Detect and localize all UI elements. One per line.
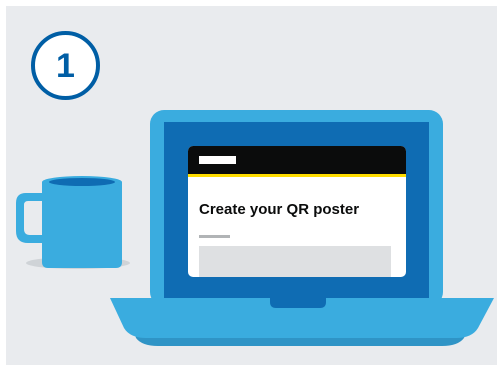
text-placeholder-line (199, 235, 230, 238)
input-placeholder-box (199, 246, 391, 277)
mug-icon (16, 176, 130, 269)
illustration-panel: 1 Create your QR poster (6, 6, 497, 365)
screen-content-card: Create your QR poster (188, 146, 406, 277)
page-header (188, 146, 406, 174)
step-number-badge: 1 (31, 31, 100, 100)
page-title: Create your QR poster (199, 201, 360, 218)
header-logo-placeholder (199, 156, 236, 164)
header-accent-stripe (188, 174, 406, 177)
step-number: 1 (56, 47, 75, 85)
